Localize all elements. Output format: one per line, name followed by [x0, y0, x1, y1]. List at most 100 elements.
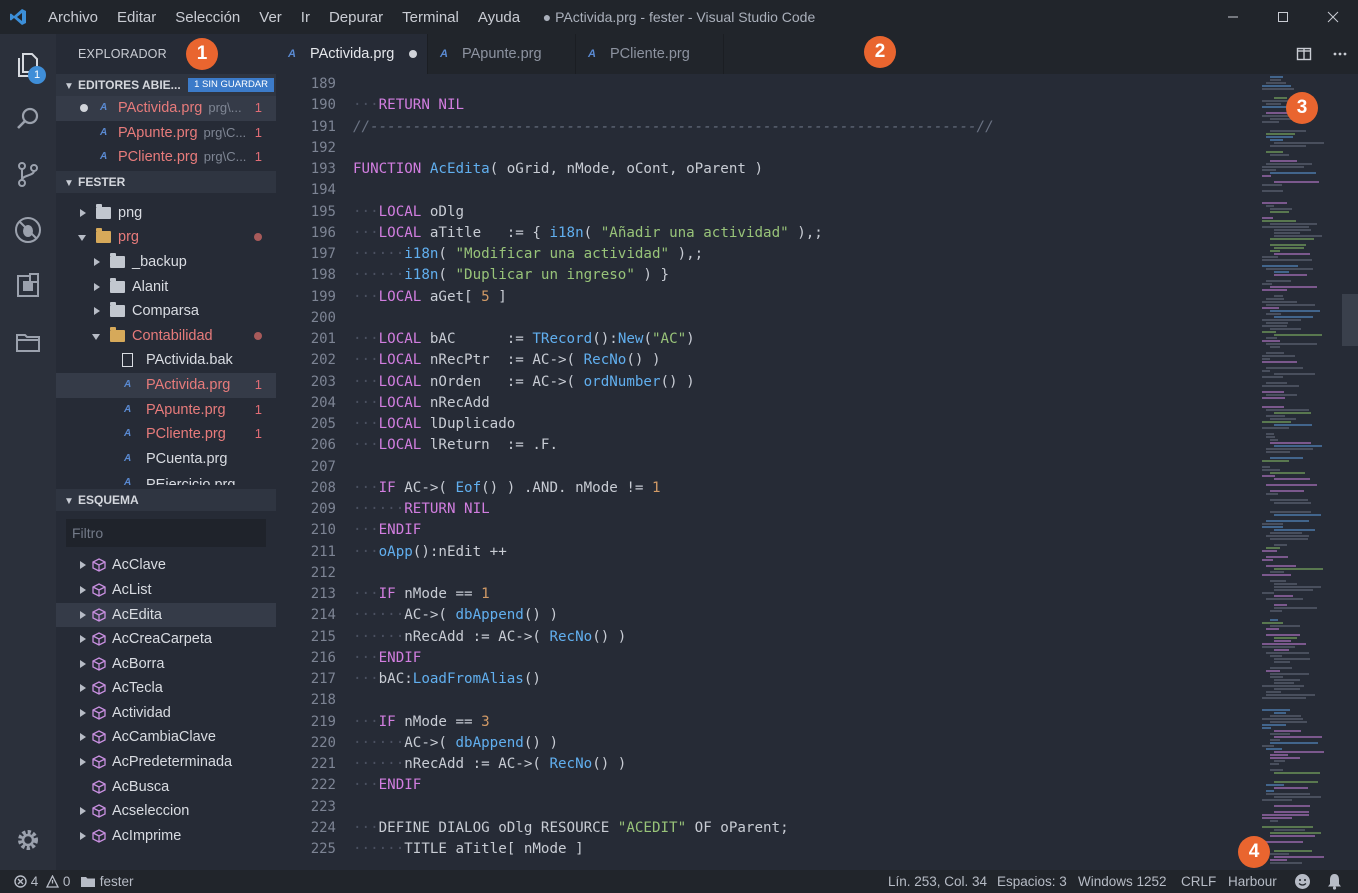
language-status[interactable]: Harbour: [1228, 870, 1277, 893]
menu-terminal[interactable]: Terminal: [402, 9, 459, 26]
menu-ayuda[interactable]: Ayuda: [478, 9, 520, 26]
more-actions-icon[interactable]: [1322, 34, 1358, 74]
outline-item[interactable]: AcCreaCarpeta: [56, 627, 276, 652]
tree-file-pactivida[interactable]: A PActivida.prg 1: [56, 372, 276, 398]
menu-archivo[interactable]: Archivo: [48, 9, 98, 26]
harbour-file-icon: A: [124, 403, 132, 415]
minimap-line: [1266, 793, 1310, 795]
explorer-icon[interactable]: 1: [0, 36, 56, 92]
outline-item[interactable]: Actividad: [56, 701, 276, 726]
modified-dot-icon: [254, 233, 262, 242]
code-line: ···LOCAL oDlg: [353, 203, 465, 220]
modified-dot-icon[interactable]: [409, 50, 417, 58]
minimize-button[interactable]: [1208, 0, 1258, 34]
outline-filter-input[interactable]: Filtro: [66, 519, 266, 548]
minimap-line: [1270, 310, 1320, 312]
minimap-line: [1270, 769, 1283, 771]
tree-file-papunte[interactable]: A PApunte.prg 1: [56, 398, 276, 423]
warning-icon: [45, 874, 60, 888]
chevron-right-icon: [80, 708, 86, 717]
outline-item[interactable]: AcImprime: [56, 824, 276, 849]
open-editor-pcliente[interactable]: A PCliente.prg prg\C... 1: [56, 145, 276, 170]
outline-item[interactable]: AcEdita: [56, 602, 276, 628]
minimap-line: [1274, 229, 1311, 231]
minimap-line: [1266, 205, 1274, 207]
minimap-line: [1262, 307, 1279, 309]
outline-item[interactable]: Acseleccion: [56, 799, 276, 824]
tab-papunte[interactable]: A PApunte.prg: [428, 34, 576, 74]
minimap-line: [1274, 274, 1307, 276]
outline-item[interactable]: AcBusca: [56, 775, 276, 800]
tree-file-pcuenta[interactable]: A PCuenta.prg: [56, 447, 276, 472]
open-editors-header[interactable]: ▼ EDITORES ABIE... 1 SIN GUARDAR: [56, 74, 276, 96]
tree-folder-backup[interactable]: _backup: [56, 250, 276, 275]
tree-item-partial: obj: [56, 193, 276, 201]
chevron-right-icon: [80, 684, 86, 693]
menu-ir[interactable]: Ir: [301, 9, 310, 26]
outline-item-label: AcPredeterminada: [112, 754, 233, 771]
minimap-line: [1274, 661, 1290, 663]
open-editor-pactivida[interactable]: A PActivida.prg prg\... 1: [56, 96, 276, 121]
split-editor-icon[interactable]: [1286, 34, 1322, 74]
folder-icon[interactable]: [0, 314, 56, 370]
minimap-line: [1266, 694, 1315, 696]
problems-status[interactable]: 4 0: [14, 870, 70, 893]
open-editor-papunte[interactable]: A PApunte.prg prg\C... 1: [56, 121, 276, 146]
cursor-position-status[interactable]: Lín. 253, Col. 34: [888, 870, 987, 893]
outline-item[interactable]: AcList: [56, 578, 276, 603]
debug-icon[interactable]: [0, 202, 56, 258]
explorer-sidebar: EXPLORADOR ▼ EDITORES ABIE... 1 SIN GUARD…: [56, 34, 276, 870]
extensions-icon[interactable]: [0, 258, 56, 314]
feedback-smiley-icon[interactable]: [1294, 873, 1311, 893]
tab-pcliente[interactable]: A PCliente.prg: [576, 34, 724, 74]
gear-icon[interactable]: [0, 812, 56, 868]
eol-status[interactable]: CRLF: [1181, 870, 1216, 893]
tab-pactivida[interactable]: A PActivida.prg: [276, 34, 428, 74]
tree-folder-comparsa[interactable]: Comparsa: [56, 299, 276, 324]
tree-folder-contabilidad[interactable]: Contabilidad: [56, 324, 276, 349]
folder-header[interactable]: ▼ FESTER: [56, 170, 276, 193]
folder-status[interactable]: fester: [80, 870, 134, 893]
chevron-down-icon: [78, 235, 86, 242]
tree-file-pcliente[interactable]: A PCliente.prg 1: [56, 422, 276, 447]
line-number: 204: [310, 394, 336, 411]
outline-item[interactable]: AcBorra: [56, 652, 276, 677]
tree-file-pactivida-bak[interactable]: PActivida.bak: [56, 348, 276, 373]
outline-item[interactable]: AcPredeterminada: [56, 750, 276, 775]
encoding-status[interactable]: Windows 1252: [1078, 870, 1167, 893]
minimap[interactable]: [1256, 74, 1358, 870]
bell-icon[interactable]: [1327, 873, 1342, 893]
menu-depurar[interactable]: Depurar: [329, 9, 383, 26]
indentation-status[interactable]: Espacios: 3: [997, 870, 1067, 893]
minimap-line: [1270, 490, 1304, 492]
minimap-scrollbar[interactable]: [1342, 294, 1358, 346]
outline-item[interactable]: AcClave: [56, 553, 276, 578]
tree-folder-png[interactable]: png: [56, 201, 276, 226]
chevron-right-icon: [80, 635, 86, 644]
search-icon[interactable]: [0, 91, 56, 147]
menu-ver[interactable]: Ver: [259, 9, 282, 26]
tree-file-pejercicio[interactable]: A PEjercicio.prg: [56, 471, 276, 485]
minimap-line: [1274, 586, 1321, 588]
tree-folder-alanit[interactable]: Alanit: [56, 275, 276, 300]
tree-folder-prg[interactable]: prg: [56, 225, 276, 250]
minimap-line: [1266, 382, 1287, 384]
menu-seleccion[interactable]: Selección: [175, 9, 240, 26]
maximize-button[interactable]: [1258, 0, 1308, 34]
code-line: ···LOCAL nRecAdd: [353, 394, 490, 411]
outline-header[interactable]: ▼ ESQUEMA: [56, 489, 276, 512]
close-button[interactable]: [1308, 0, 1358, 34]
minimap-line: [1270, 499, 1308, 501]
code-editor[interactable]: 189 190 191 192 193 194 195 196 197 198 199 200 201 2…: [276, 74, 1256, 870]
code-line: ······TITLE aTitle[ nMode ]: [353, 841, 584, 857]
code-line: ···LOCAL nOrden := AC->( ordNumber() ): [353, 373, 695, 390]
outline-item[interactable]: AcTecla: [56, 676, 276, 701]
menu-editar[interactable]: Editar: [117, 9, 156, 26]
chevron-right-icon: [80, 807, 86, 816]
outline-item[interactable]: AcCambiaClave: [56, 725, 276, 750]
line-number: 197: [310, 246, 336, 262]
minimap-line: [1270, 853, 1289, 855]
code-content[interactable]: ···RETURN NIL //------------------------…: [353, 74, 1253, 860]
source-control-icon[interactable]: [0, 146, 56, 202]
